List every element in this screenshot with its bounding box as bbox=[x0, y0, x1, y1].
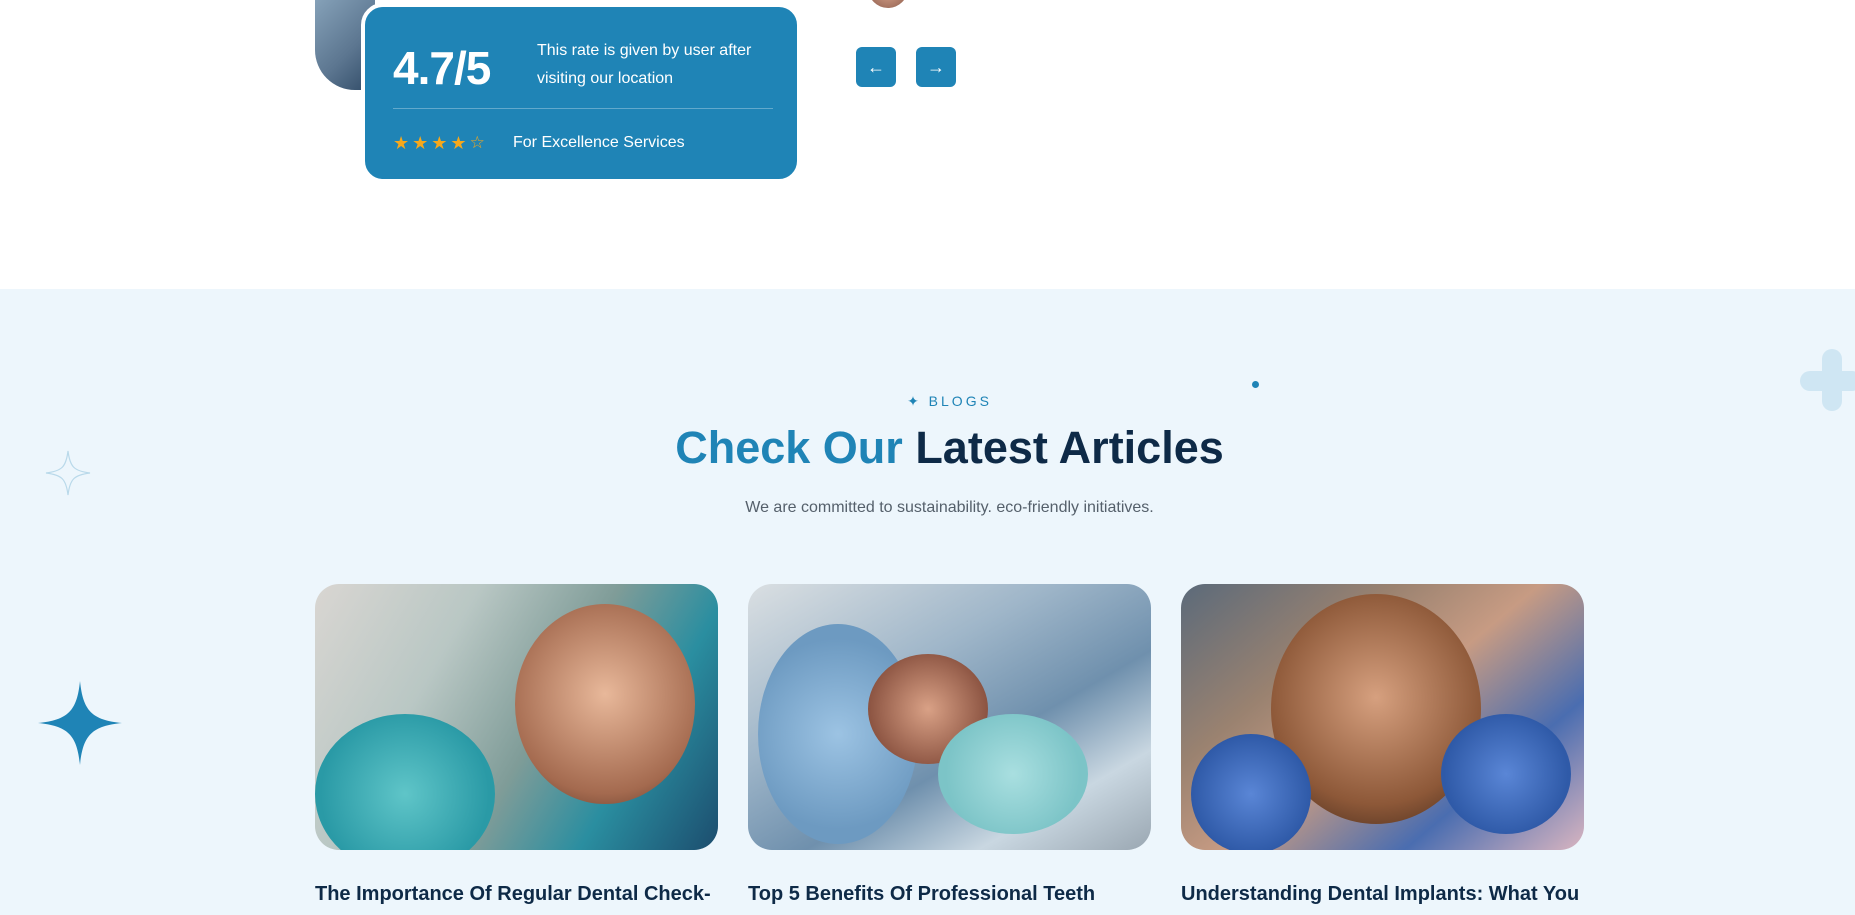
blog-card-image[interactable] bbox=[1181, 584, 1584, 850]
blog-card-image[interactable] bbox=[748, 584, 1151, 850]
rating-card: 4.7/5 This rate is given by user after v… bbox=[361, 3, 801, 183]
blog-card[interactable]: Understanding Dental Implants: What You bbox=[1181, 584, 1584, 906]
star-filled-icon: ★ bbox=[412, 133, 429, 153]
decorative-dot bbox=[1252, 381, 1259, 388]
rating-description: This rate is given by user after visitin… bbox=[537, 42, 752, 87]
image-shape bbox=[315, 714, 495, 850]
slider-next-button[interactable]: → bbox=[916, 47, 956, 87]
star-outline-icon: ☆ bbox=[469, 133, 485, 152]
image-shape bbox=[938, 714, 1088, 834]
blog-card-title[interactable]: Top 5 Benefits Of Professional Teeth bbox=[748, 883, 1151, 906]
image-shape bbox=[1191, 734, 1311, 850]
arrow-right-icon: → bbox=[927, 56, 945, 77]
section-heading: Check Our Latest Articles bbox=[0, 422, 1855, 474]
section-subtext: We are committed to sustainability. eco-… bbox=[745, 499, 1154, 516]
blog-card-title[interactable]: Understanding Dental Implants: What You bbox=[1181, 883, 1584, 906]
image-shape bbox=[515, 604, 695, 804]
divider bbox=[393, 108, 773, 109]
arrow-left-icon: ← bbox=[867, 56, 885, 77]
avatar bbox=[868, 0, 908, 8]
blog-card[interactable]: The Importance Of Regular Dental Check- bbox=[315, 584, 718, 906]
section-eyebrow: ✦ BLOGS bbox=[907, 393, 992, 409]
rating-caption: For Excellence Services bbox=[513, 134, 685, 151]
image-shape bbox=[1441, 714, 1571, 834]
heading-accent: Check Our bbox=[675, 422, 903, 473]
star-filled-icon: ★ bbox=[431, 133, 448, 153]
sparkle-filled-icon bbox=[38, 681, 122, 765]
blog-card[interactable]: Top 5 Benefits Of Professional Teeth bbox=[748, 584, 1151, 906]
slider-prev-button[interactable]: ← bbox=[856, 47, 896, 87]
star-rating: ★ ★ ★ ★ ☆ bbox=[393, 133, 485, 153]
blog-card-image[interactable] bbox=[315, 584, 718, 850]
rating-value: 4.7/5 bbox=[393, 42, 491, 94]
star-filled-icon: ★ bbox=[393, 133, 410, 153]
testimonial-section: 4.7/5 This rate is given by user after v… bbox=[0, 0, 1855, 289]
star-filled-icon: ★ bbox=[450, 133, 467, 153]
blogs-section: ✦ BLOGS Check Our Latest Articles We are… bbox=[0, 289, 1855, 915]
blog-card-title[interactable]: The Importance Of Regular Dental Check- bbox=[315, 883, 718, 906]
heading-rest: Latest Articles bbox=[915, 422, 1224, 473]
